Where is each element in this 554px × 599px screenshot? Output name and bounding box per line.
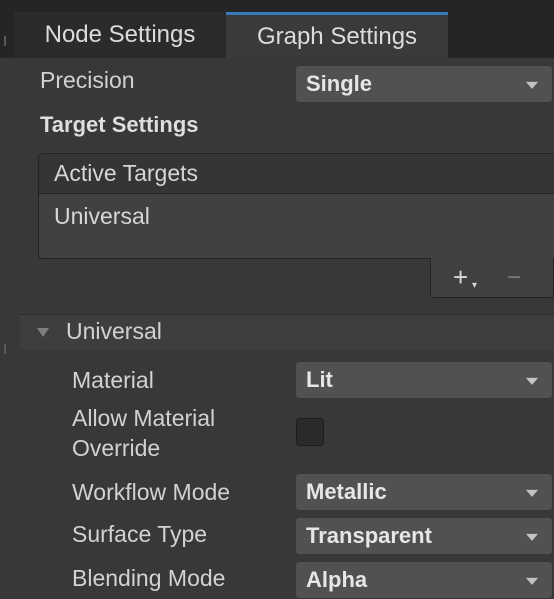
tab-bar: Node Settings Graph Settings xyxy=(0,0,554,58)
list-item-label: Universal xyxy=(54,202,150,229)
graph-inspector: Node Settings Graph Settings Precision S… xyxy=(0,0,554,599)
surface-type-label: Surface Type xyxy=(72,521,208,547)
universal-foldout-label: Universal xyxy=(66,318,162,344)
chevron-down-icon xyxy=(526,577,538,585)
target-settings-title: Target Settings xyxy=(40,112,199,137)
material-value: Lit xyxy=(306,367,333,392)
allow-material-override-label-line1: Allow Material xyxy=(72,405,216,431)
foldout-arrow-icon xyxy=(37,328,49,337)
tab-node-settings[interactable]: Node Settings xyxy=(14,12,226,58)
dropdown-indicator-icon: ▾ xyxy=(472,280,478,291)
tab-node-settings-label: Node Settings xyxy=(44,21,196,48)
list-item[interactable]: Universal xyxy=(39,194,554,238)
remove-target-button[interactable]: − xyxy=(507,264,521,292)
allow-material-override-checkbox[interactable] xyxy=(296,418,324,446)
chevron-down-icon xyxy=(526,377,538,385)
chevron-down-icon xyxy=(526,533,538,541)
workflow-mode-value: Metallic xyxy=(306,479,387,504)
list-footer: + ▾ − xyxy=(430,258,554,298)
blending-mode-label: Blending Mode xyxy=(72,565,226,591)
blending-mode-dropdown[interactable]: Alpha xyxy=(296,562,552,598)
material-dropdown[interactable]: Lit xyxy=(296,362,552,398)
divider xyxy=(4,344,6,354)
allow-material-override-label-line2: Override xyxy=(72,435,161,461)
workflow-mode-dropdown[interactable]: Metallic xyxy=(296,474,552,510)
add-target-button[interactable]: + xyxy=(453,262,468,293)
chevron-down-icon xyxy=(526,81,538,89)
universal-foldout[interactable]: Universal xyxy=(20,314,554,350)
divider xyxy=(4,36,6,46)
precision-label: Precision xyxy=(40,67,135,93)
blending-mode-value: Alpha xyxy=(306,567,368,592)
surface-type-dropdown[interactable]: Transparent xyxy=(296,518,552,554)
workflow-mode-label: Workflow Mode xyxy=(72,479,231,505)
surface-type-value: Transparent xyxy=(306,523,432,548)
chevron-down-icon xyxy=(526,489,538,497)
material-label: Material xyxy=(72,367,154,393)
active-targets-header: Active Targets xyxy=(39,154,554,194)
active-targets-header-label: Active Targets xyxy=(54,160,199,186)
tab-graph-settings[interactable]: Graph Settings xyxy=(226,12,448,58)
precision-dropdown[interactable]: Single xyxy=(296,66,552,102)
precision-value: Single xyxy=(306,71,373,96)
active-targets-list: Active Targets Universal xyxy=(38,153,554,259)
tab-graph-settings-label: Graph Settings xyxy=(256,22,418,50)
